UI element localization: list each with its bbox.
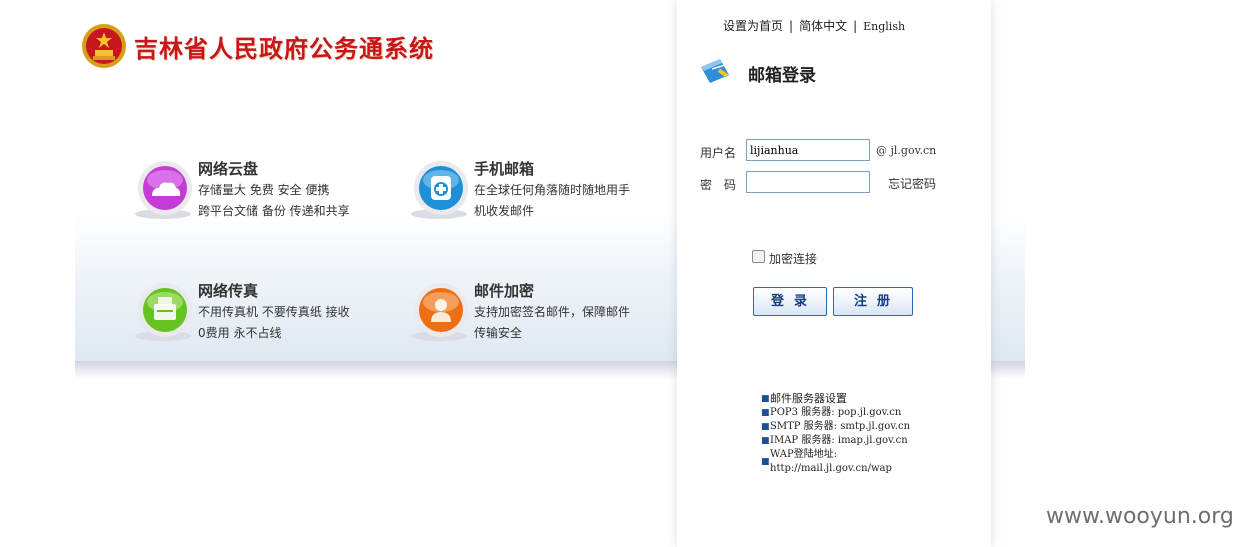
feature-title: 网络云盘 xyxy=(198,160,259,178)
bullet-icon: ■ xyxy=(761,408,770,418)
feature-desc-line: 存储量大 免费 安全 便携 xyxy=(198,183,330,197)
fax-icon xyxy=(132,280,194,342)
forgot-password-link[interactable]: 忘记密码 xyxy=(888,175,936,192)
feature-description: 存储量大 免费 安全 便携 跨平台文储 备份 传递和共享 xyxy=(198,180,373,222)
feature-title: 手机邮箱 xyxy=(474,160,535,178)
password-label: 密 码 xyxy=(700,178,737,192)
feature-description: 不用传真机 不要传真纸 接收 0费用 永不占线 xyxy=(198,302,373,344)
list-item: ■ SMTP 服务器: smtp.jl.gov.cn xyxy=(761,420,910,434)
top-links: 设置为首页 | 简体中文 | English xyxy=(723,17,905,34)
feature-desc-line: 不用传真机 不要传真纸 接收 xyxy=(198,305,350,319)
login-header: 邮箱登录 xyxy=(698,56,816,90)
server-settings-heading: 邮件服务器设置 xyxy=(770,392,847,405)
secure-connection-label: 加密连接 xyxy=(769,252,818,266)
feature-network-fax: 网络传真 不用传真机 不要传真纸 接收 0费用 永不占线 xyxy=(132,280,382,350)
watermark: www.wooyun.org xyxy=(1046,504,1234,529)
feature-desc-line: 跨平台文储 备份 传递和共享 xyxy=(198,204,350,218)
bullet-icon: ■ xyxy=(761,394,770,404)
feature-desc-line: 机收发邮件 xyxy=(474,204,535,218)
mail-domain-suffix: @ jl.gov.cn xyxy=(876,144,937,157)
password-input[interactable] xyxy=(746,171,870,193)
username-label: 用户名 xyxy=(700,146,737,160)
list-item: ■ 邮件服务器设置 xyxy=(761,392,910,406)
imap-server: IMAP 服务器: imap.jl.gov.cn xyxy=(770,435,908,446)
cloud-icon xyxy=(132,158,194,220)
feature-mail-encryption: 邮件加密 支持加密签名邮件，保障邮件 传输安全 xyxy=(408,280,658,350)
wap-label: WAP登陆地址: xyxy=(770,449,838,460)
national-emblem-icon xyxy=(80,22,128,70)
feature-title: 网络传真 xyxy=(198,282,259,300)
mobile-mail-icon xyxy=(408,158,470,220)
feature-title: 邮件加密 xyxy=(474,282,535,300)
pop3-server: POP3 服务器: pop.jl.gov.cn xyxy=(770,407,902,418)
feature-desc-line: 支持加密签名邮件，保障邮件 xyxy=(474,305,631,319)
server-settings-list: ■ 邮件服务器设置 ■ POP3 服务器: pop.jl.gov.cn ■ SMTP … xyxy=(761,392,910,476)
bullet-icon: ■ xyxy=(761,436,770,446)
simplified-chinese-link[interactable]: 简体中文 xyxy=(799,19,847,33)
login-button[interactable]: 登录 xyxy=(753,287,827,316)
mailbox-icon xyxy=(698,55,732,91)
smtp-server: SMTP 服务器: smtp.jl.gov.cn xyxy=(770,421,911,432)
bullet-icon: ■ xyxy=(761,457,770,467)
english-link[interactable]: English xyxy=(863,20,905,33)
link-separator: | xyxy=(853,19,858,33)
set-homepage-link[interactable]: 设置为首页 xyxy=(723,19,783,33)
wap-url: http://mail.jl.gov.cn/wap xyxy=(770,463,892,474)
username-input[interactable] xyxy=(746,139,870,161)
feature-desc-line: 0费用 永不占线 xyxy=(198,326,282,340)
list-item: ■ IMAP 服务器: imap.jl.gov.cn xyxy=(761,434,910,448)
feature-cloud-disk: 网络云盘 存储量大 免费 安全 便携 跨平台文储 备份 传递和共享 xyxy=(132,158,382,228)
feature-mobile-mail: 手机邮箱 在全球任何角落随时随地用手 机收发邮件 xyxy=(408,158,658,228)
feature-desc-line: 传输安全 xyxy=(474,326,523,340)
feature-desc-line: 在全球任何角落随时随地用手 xyxy=(474,183,631,197)
list-item: ■ WAP登陆地址: http://mail.jl.gov.cn/wap xyxy=(761,448,910,476)
secure-connection-checkbox[interactable] xyxy=(752,250,765,263)
list-item: ■ POP3 服务器: pop.jl.gov.cn xyxy=(761,406,910,420)
secure-connection-option: 加密连接 xyxy=(752,248,818,266)
register-button[interactable]: 注册 xyxy=(833,287,913,316)
login-title: 邮箱登录 xyxy=(748,65,816,86)
site-title: 吉林省人民政府公务通系统 xyxy=(134,33,434,63)
encrypt-mail-icon xyxy=(408,280,470,342)
link-separator: | xyxy=(789,19,794,33)
site-logo: 吉林省人民政府公务通系统 xyxy=(80,20,434,72)
bullet-icon: ■ xyxy=(761,422,770,432)
feature-description: 在全球任何角落随时随地用手 机收发邮件 xyxy=(474,180,649,222)
feature-description: 支持加密签名邮件，保障邮件 传输安全 xyxy=(474,302,649,344)
